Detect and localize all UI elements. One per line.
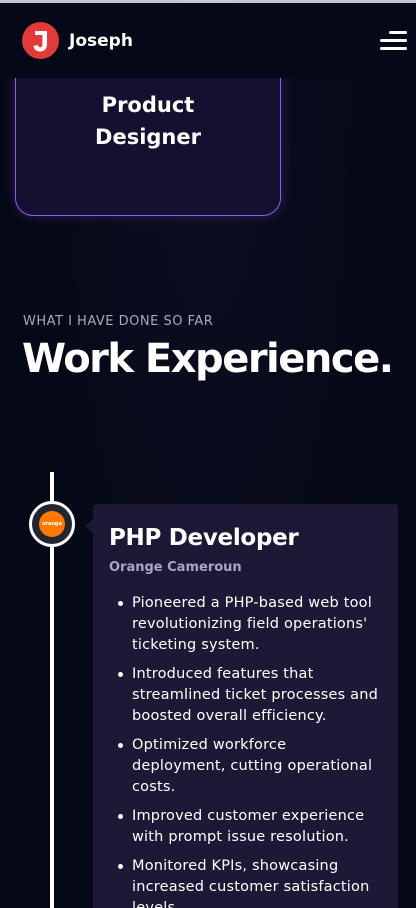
bullet-icon [118,814,123,819]
experience-title: PHP Developer [109,525,299,551]
experience-point: Optimized workforce deployment, cutting … [109,735,384,798]
bullet-icon [118,864,123,869]
bullet-icon [118,601,123,606]
section-subtitle: What I have done so far [23,314,214,329]
logo-icon [22,22,59,59]
hamburger-menu-icon[interactable] [377,29,407,53]
experience-points: Pioneered a PHP-based web tool revolutio… [109,593,384,908]
navbar: Joseph [0,3,416,78]
bullet-icon [118,672,123,677]
experience-point-text: Pioneered a PHP-based web tool revolutio… [132,595,372,653]
experience-card: PHP Developer Orange Cameroun Pioneered … [93,504,398,908]
company-logo-text: orange [42,521,62,527]
bullet-icon [118,743,123,748]
timeline-dot: orange [29,501,75,547]
service-card-title: Product Designer [95,93,201,149]
brand-name: Joseph [69,30,133,51]
experience-point-text: Optimized workforce deployment, cutting … [132,737,373,795]
experience-point: Pioneered a PHP-based web tool revolutio… [109,593,384,656]
brand-link[interactable]: Joseph [22,22,133,59]
experience-point-text: Monitored KPIs, showcasing increased cus… [132,858,370,908]
experience-company: Orange Cameroun [109,560,242,575]
section-title: Work Experience. [22,336,394,382]
experience-point-text: Introduced features that streamlined tic… [132,666,379,724]
orange-company-logo-icon: orange [39,511,65,537]
experience-point: Introduced features that streamlined tic… [109,664,384,727]
portfolio-page: Joseph Product Designer What I have done… [0,0,416,908]
experience-point-text: Improved customer experience with prompt… [132,808,365,845]
experience-point: Monitored KPIs, showcasing increased cus… [109,856,384,908]
experience-point: Improved customer experience with prompt… [109,806,384,848]
